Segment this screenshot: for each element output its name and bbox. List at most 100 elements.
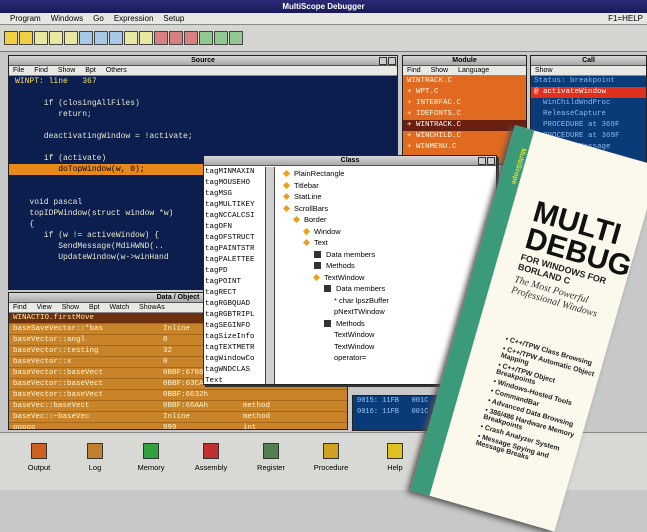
- class-list-scrollbar[interactable]: [266, 167, 275, 384]
- class-tree-node[interactable]: Methods: [284, 260, 494, 272]
- data-menu-view[interactable]: View: [37, 304, 52, 311]
- class-list-item[interactable]: tagPD: [204, 266, 265, 277]
- call-row[interactable]: Status: breakpoint: [531, 76, 646, 87]
- menu-program[interactable]: Program: [10, 14, 41, 23]
- module-row[interactable]: + WPT.C: [403, 87, 526, 98]
- class-tree-node[interactable]: Titlebar: [282, 180, 494, 192]
- class-list-item[interactable]: tagOFN: [204, 222, 265, 233]
- menu-setup[interactable]: Setup: [163, 14, 184, 23]
- data-cell[interactable]: method: [239, 401, 347, 412]
- call-row[interactable]: PROCEDURE at 369F: [531, 120, 646, 131]
- source-line[interactable]: [9, 120, 397, 131]
- data-menu-find[interactable]: Find: [13, 304, 27, 311]
- toolbar-button[interactable]: [64, 31, 78, 45]
- data-cell[interactable]: baseVector::baseVect: [9, 390, 159, 401]
- source-line[interactable]: [9, 87, 397, 98]
- class-list-item[interactable]: tagRGBTRIPL: [204, 310, 265, 321]
- module-menu-language[interactable]: Language: [458, 67, 489, 74]
- class-list-item[interactable]: tagSEGINFO: [204, 321, 265, 332]
- toolbar-button[interactable]: [139, 31, 153, 45]
- toolbar-button[interactable]: [214, 31, 228, 45]
- toolbar-button[interactable]: [124, 31, 138, 45]
- maximize-button[interactable]: [487, 157, 495, 165]
- class-list-item[interactable]: tagTEXTMETR: [204, 343, 265, 354]
- module-row[interactable]: + WINCHILD.C: [403, 131, 526, 142]
- data-cell[interactable]: [239, 390, 347, 401]
- class-list[interactable]: tagMINMAXIN tagMOUSEHO tagMSG tagMULTIKEY ta…: [204, 167, 266, 384]
- menu-go[interactable]: Go: [93, 14, 104, 23]
- call-row[interactable]: ReleaseCapture: [531, 109, 646, 120]
- class-tree-node[interactable]: Data members: [284, 283, 494, 295]
- class-tree-node[interactable]: StatLine: [282, 191, 494, 203]
- data-cell[interactable]: baseSaveVector::*bas: [9, 324, 159, 335]
- call-row[interactable]: WinChildWndProc: [531, 98, 646, 109]
- toolbar-button[interactable]: [94, 31, 108, 45]
- data-cell[interactable]: Inline: [159, 412, 239, 423]
- class-tree-node[interactable]: Border: [284, 214, 494, 226]
- minimize-button[interactable]: [379, 57, 387, 65]
- iconbar-procedure-button[interactable]: Procedure: [306, 443, 356, 472]
- class-list-item[interactable]: tagSizeInfo: [204, 332, 265, 343]
- class-list-item[interactable]: tagMSG: [204, 189, 265, 200]
- data-cell[interactable]: 999: [159, 423, 239, 429]
- source-line[interactable]: deactivatingWindow = !activate;: [9, 131, 397, 142]
- class-list-item[interactable]: tagPALETTEE: [204, 255, 265, 266]
- class-tree-node[interactable]: Window: [284, 226, 494, 238]
- call-row[interactable]: @ activateWindow: [531, 87, 646, 98]
- class-list-item[interactable]: tagPAINTSTR: [204, 244, 265, 255]
- module-menu-show[interactable]: Show: [431, 67, 449, 74]
- class-tree-node[interactable]: TextWindow: [284, 272, 494, 284]
- module-row[interactable]: WINTRACK.C: [403, 76, 526, 87]
- class-list-item[interactable]: tagRGBQUAD: [204, 299, 265, 310]
- data-cell[interactable]: 0BBF:66AAh: [159, 401, 239, 412]
- class-list-item[interactable]: tagMINMAXIN: [204, 167, 265, 178]
- module-row[interactable]: + IDEFONTS.C: [403, 109, 526, 120]
- toolbar-button[interactable]: [169, 31, 183, 45]
- data-menu-watch[interactable]: Watch: [110, 304, 130, 311]
- class-list-item[interactable]: tagMULTIKEY: [204, 200, 265, 211]
- data-menu-showas[interactable]: ShowAs: [139, 304, 165, 311]
- toolbar-button[interactable]: [199, 31, 213, 45]
- class-tree-node[interactable]: PlainRectangle: [282, 168, 494, 180]
- data-cell[interactable]: baseVector::testing: [9, 346, 159, 357]
- data-menu-bpt[interactable]: Bpt: [89, 304, 100, 311]
- class-list-item[interactable]: Text: [204, 376, 265, 384]
- data-cell[interactable]: baseVector::baseVect: [9, 368, 159, 379]
- iconbar-help-button[interactable]: Help: [370, 443, 420, 472]
- toolbar-button[interactable]: [79, 31, 93, 45]
- module-row[interactable]: + WINTRACK.C: [403, 120, 526, 131]
- data-cell[interactable]: method: [239, 412, 347, 423]
- source-menu-bpt[interactable]: Bpt: [85, 67, 96, 74]
- source-menu-show[interactable]: Show: [58, 67, 76, 74]
- menu-expression[interactable]: Expression: [114, 14, 154, 23]
- call-menu-show[interactable]: Show: [535, 67, 553, 74]
- class-list-item[interactable]: tagPOINT: [204, 277, 265, 288]
- menu-windows[interactable]: Windows: [51, 14, 83, 23]
- toolbar-button[interactable]: [4, 31, 18, 45]
- data-cell[interactable]: baseVec::baseVect: [9, 401, 159, 412]
- maximize-button[interactable]: [388, 57, 396, 65]
- iconbar-assembly-button[interactable]: Assembly: [186, 443, 236, 472]
- source-line[interactable]: return;: [9, 109, 397, 120]
- toolbar-button[interactable]: [49, 31, 63, 45]
- data-cell[interactable]: baseVector::baseVect: [9, 379, 159, 390]
- data-cell[interactable]: baseVector::x: [9, 357, 159, 368]
- iconbar-register-button[interactable]: Register: [246, 443, 296, 472]
- class-list-item[interactable]: tagRECT: [204, 288, 265, 299]
- toolbar-button[interactable]: [34, 31, 48, 45]
- class-tree-node[interactable]: Data members: [284, 249, 494, 261]
- class-list-item[interactable]: tagWindowCo: [204, 354, 265, 365]
- module-row[interactable]: + INTERFAC.C: [403, 98, 526, 109]
- toolbar-button[interactable]: [109, 31, 123, 45]
- data-cell[interactable]: baseVector::angl: [9, 335, 159, 346]
- data-cell[interactable]: WINACTIO.firstMove: [9, 313, 159, 324]
- iconbar-memory-button[interactable]: Memory: [126, 443, 176, 472]
- data-menu-show[interactable]: Show: [62, 304, 80, 311]
- toolbar-button[interactable]: [154, 31, 168, 45]
- class-list-item[interactable]: tagMOUSEHO: [204, 178, 265, 189]
- class-tree-node[interactable]: Text: [284, 237, 494, 249]
- iconbar-output-button[interactable]: Output: [14, 443, 64, 472]
- source-line[interactable]: [9, 142, 397, 153]
- data-cell[interactable]: baseVec::~baseVec: [9, 412, 159, 423]
- iconbar-log-button[interactable]: Log: [70, 443, 120, 472]
